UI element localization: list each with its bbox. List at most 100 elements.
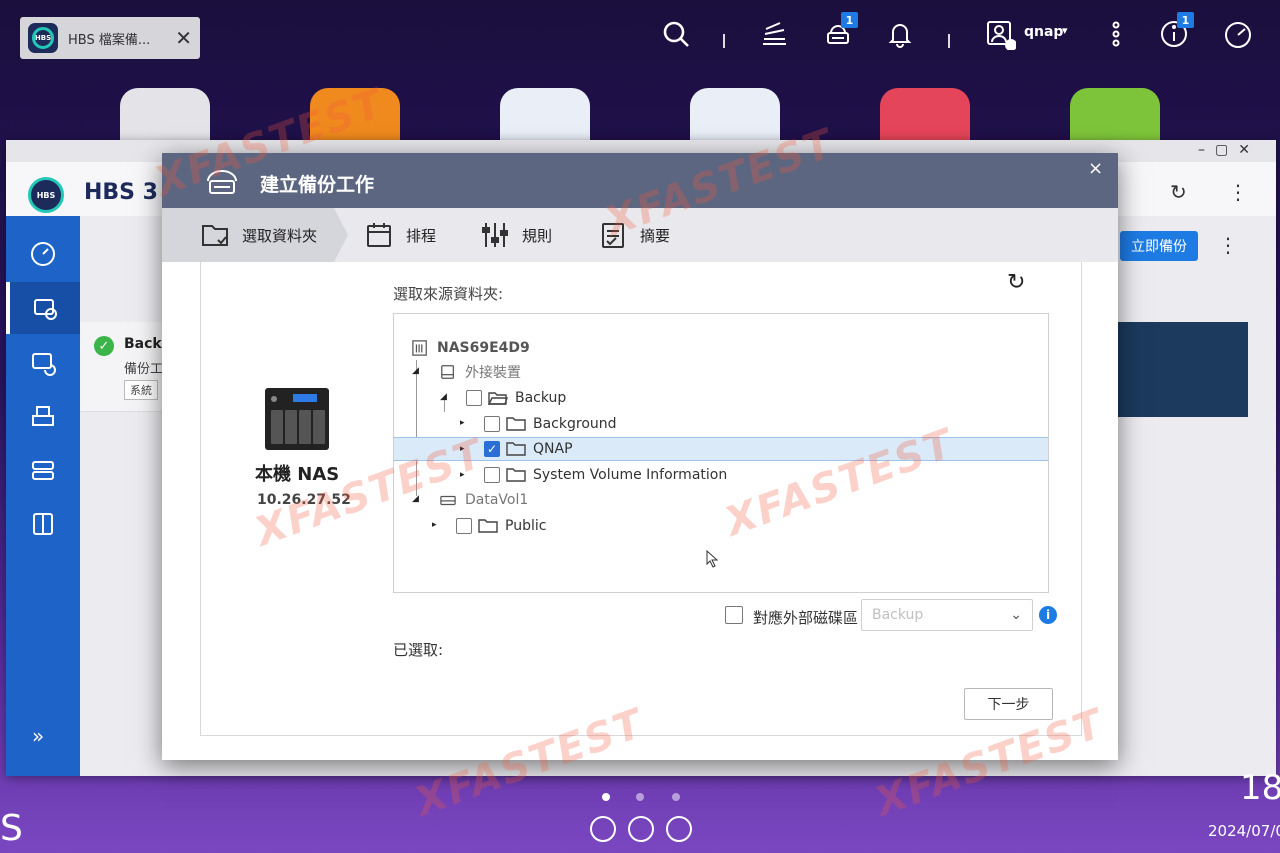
tree-node-qnap[interactable]: ▸ ✓ QNAP <box>394 437 1048 461</box>
tools-dock-icon[interactable] <box>628 816 654 842</box>
tree-node-svi[interactable]: System Volume Information <box>484 463 727 487</box>
next-button[interactable]: 下一步 <box>964 688 1053 720</box>
step-select-folder[interactable]: 選取資料夾 <box>200 208 317 262</box>
nas-ip: 10.26.27.52 <box>257 492 351 508</box>
collapse-arrow-icon[interactable]: ▸ <box>460 444 465 454</box>
tree-node-backup[interactable]: Backup <box>466 386 566 410</box>
backup-now-button[interactable]: 立即備份 <box>1120 231 1198 261</box>
source-folder-label: 選取來源資料夾: <box>393 285 504 303</box>
task-detail-panel <box>1118 322 1248 417</box>
hbs-logo: HBS <box>28 177 64 213</box>
step-summary[interactable]: 摘要 <box>598 208 670 262</box>
step-label: 摘要 <box>640 226 671 245</box>
tree-label-backup: Backup <box>515 390 567 406</box>
folder-open-icon <box>488 392 508 405</box>
create-backup-dialog: 建立備份工作 × 選取資料夾 排程 規則 摘要 本機 NAS 10.26.27.… <box>162 153 1118 760</box>
folder-select-icon <box>202 225 228 246</box>
app-title: HBS 3 <box>84 180 158 205</box>
tree-node-datavol[interactable]: DataVol1 <box>438 488 528 512</box>
tree-node-background[interactable]: Background <box>484 412 617 436</box>
folder-tree: NAS69E4D9 ◢ 外接裝置 ◢ Backup ▸ Background ▸… <box>393 313 1049 593</box>
tree-label-public: Public <box>505 518 547 534</box>
refresh-icon[interactable]: ↻ <box>1170 180 1187 204</box>
sidebar-item-restore[interactable] <box>6 390 80 442</box>
hbs-app-icon: HBS <box>28 23 58 53</box>
backup-icon <box>34 299 57 320</box>
task-tag: 系統 <box>124 380 158 400</box>
step-schedule[interactable]: 排程 <box>364 208 436 262</box>
app-taskbar-tab[interactable]: HBS HBS 檔案備... ✕ <box>20 17 200 59</box>
info-badge: 1 <box>1177 12 1194 28</box>
collapse-arrow-icon[interactable]: ▸ <box>460 470 465 480</box>
backup-badge: 1 <box>841 12 858 28</box>
backup-status-icon[interactable]: 1 <box>818 12 858 54</box>
folder-icon <box>506 442 526 456</box>
storage-icon <box>32 461 54 480</box>
external-partition-checkbox[interactable] <box>725 606 743 624</box>
tree-label-background: Background <box>533 416 617 432</box>
step-label: 排程 <box>406 226 437 245</box>
qnap-checkbox[interactable]: ✓ <box>484 441 500 457</box>
step-label: 規則 <box>522 226 553 245</box>
user-name[interactable]: qnap <box>1024 24 1063 40</box>
tree-node-external[interactable]: 外接裝置 <box>438 360 521 384</box>
user-icon[interactable] <box>980 14 1020 54</box>
sidebar-item-backup[interactable] <box>6 282 80 334</box>
book-dock-icon[interactable] <box>666 816 692 842</box>
task-stack-icon[interactable] <box>754 14 794 54</box>
window-controls[interactable]: –▢✕ <box>1198 142 1260 158</box>
backup-checkbox[interactable] <box>466 390 482 406</box>
sidebar-item-storage[interactable] <box>6 444 80 496</box>
refresh-icon[interactable]: ↻ <box>1007 270 1025 295</box>
dashboard-icon[interactable] <box>1218 14 1258 54</box>
tree-label-root: NAS69E4D9 <box>437 340 530 356</box>
page-dot[interactable] <box>602 793 610 801</box>
sidebar-item-sync[interactable] <box>6 336 80 388</box>
sidebar-item-services[interactable] <box>6 498 80 550</box>
tab-title: HBS 檔案備... <box>68 32 151 48</box>
tree-node-public[interactable]: Public <box>456 514 546 538</box>
collapse-arrow-icon[interactable]: ▸ <box>432 520 437 530</box>
drive-icon <box>441 365 454 379</box>
background-checkbox[interactable] <box>484 416 500 432</box>
nas-name: 本機 NAS <box>255 464 340 485</box>
svi-checkbox[interactable] <box>484 467 500 483</box>
dialog-header: 建立備份工作 × <box>162 153 1118 208</box>
info-icon[interactable]: 1 <box>1154 12 1194 54</box>
more-options-icon[interactable] <box>1096 14 1136 54</box>
more-options-icon[interactable]: ⋮ <box>1218 233 1238 257</box>
expand-arrow-icon[interactable]: ◢ <box>440 392 447 402</box>
server-icon <box>33 513 53 535</box>
dialog-body: 本機 NAS 10.26.27.52 選取來源資料夾: ↻ NAS69E4D9 … <box>200 262 1082 736</box>
folder-icon <box>478 519 498 533</box>
external-partition-label: 對應外部磁碟區 <box>753 609 859 627</box>
sidebar-item-overview[interactable] <box>6 228 80 280</box>
chevron-down-icon: ⌄ <box>1010 607 1022 623</box>
tab-close-button[interactable]: ✕ <box>175 26 192 50</box>
close-icon[interactable]: × <box>1088 158 1103 179</box>
expand-arrow-icon[interactable]: ◢ <box>412 494 419 504</box>
mouse-cursor-icon <box>706 550 719 568</box>
page-dot[interactable] <box>636 793 644 801</box>
collapse-arrow-icon[interactable]: ▸ <box>460 418 465 428</box>
public-checkbox[interactable] <box>456 518 472 534</box>
sidebar-collapse-icon[interactable]: » <box>32 724 44 748</box>
check-circle-icon: ✓ <box>94 336 114 356</box>
gauge-icon <box>31 242 55 266</box>
bell-icon[interactable] <box>880 14 920 54</box>
tree-node-root[interactable]: NAS69E4D9 <box>410 336 530 360</box>
info-icon[interactable]: i <box>1039 606 1057 624</box>
cloud-dock-icon[interactable] <box>590 816 616 842</box>
chevron-down-icon[interactable]: ▾ <box>1062 24 1068 37</box>
restore-icon <box>32 406 54 426</box>
page-dot[interactable] <box>672 793 680 801</box>
tree-label-datavol: DataVol1 <box>465 492 529 508</box>
task-subtitle: 備份工 <box>124 362 164 377</box>
expand-arrow-icon[interactable]: ◢ <box>412 366 419 376</box>
step-rules[interactable]: 規則 <box>480 208 552 262</box>
search-icon[interactable] <box>656 14 696 54</box>
nas-icon <box>412 340 427 356</box>
more-options-icon[interactable]: ⋮ <box>1228 180 1248 204</box>
drive-icon <box>440 495 456 506</box>
external-partition-select[interactable]: Backup ⌄ <box>861 599 1033 631</box>
